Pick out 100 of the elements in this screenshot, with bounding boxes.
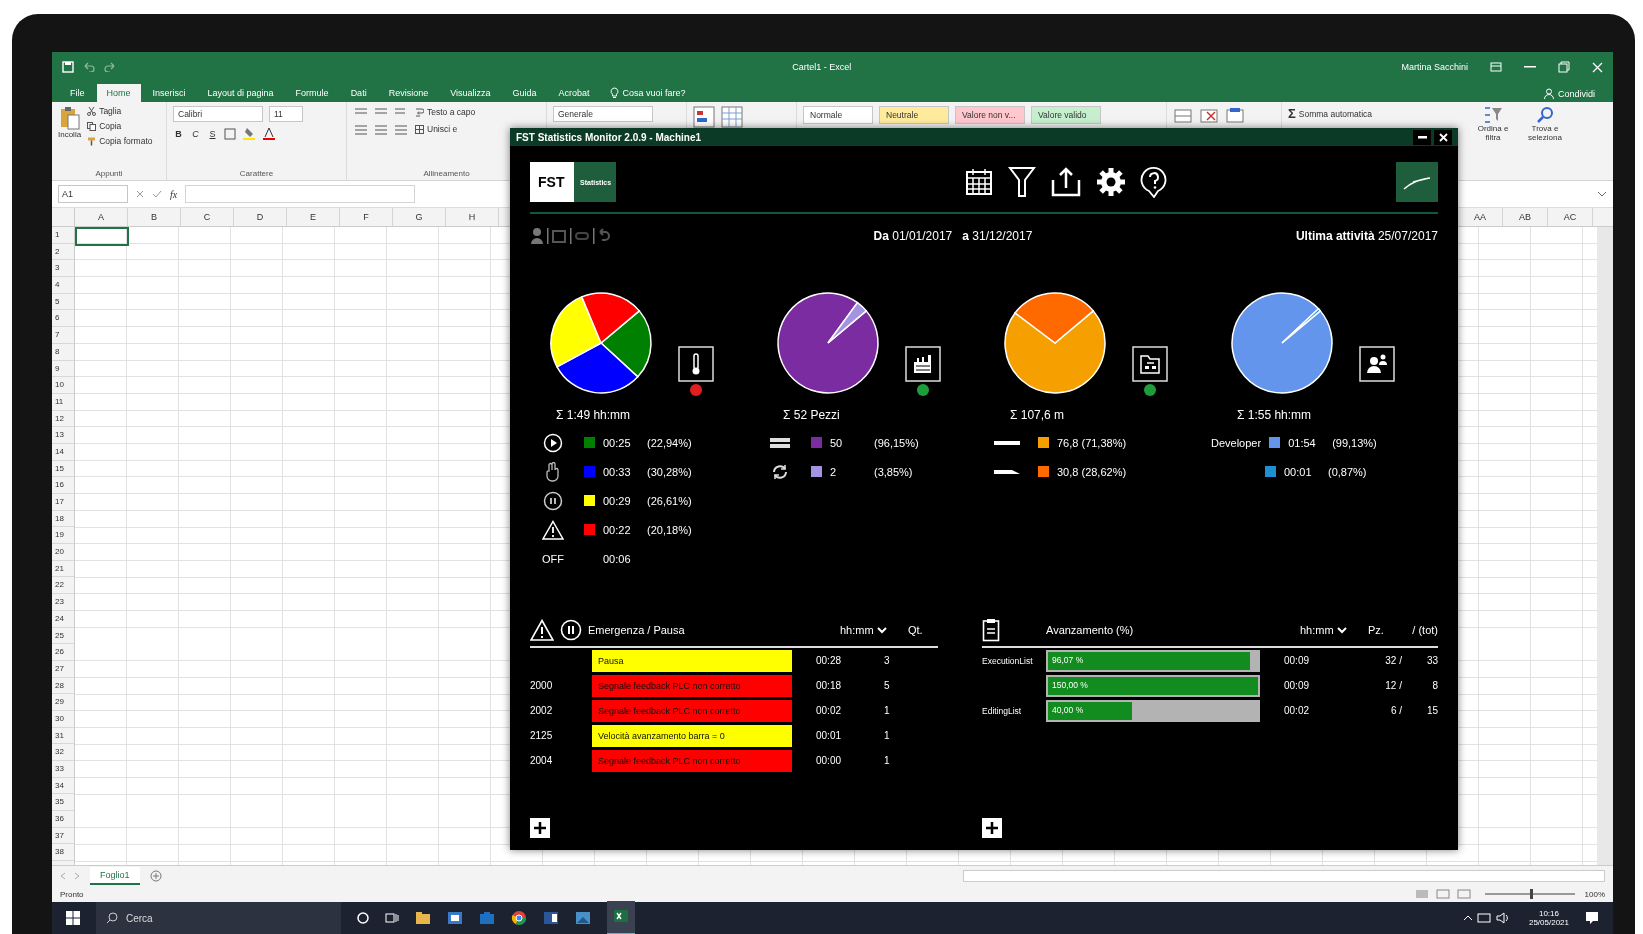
clock-time[interactable]: 10:16 xyxy=(1538,909,1559,918)
cancel-icon[interactable] xyxy=(136,190,144,198)
row-number[interactable]: 8 xyxy=(52,343,74,361)
cut-button[interactable]: Taglia xyxy=(87,106,153,116)
cortana-icon[interactable] xyxy=(357,912,369,924)
row-number[interactable]: 24 xyxy=(52,610,74,628)
share-button[interactable]: Condividi xyxy=(1533,85,1605,102)
cell-style-swatch[interactable]: Neutrale xyxy=(879,106,949,124)
insert-cells-icon[interactable] xyxy=(1173,106,1193,126)
check-icon[interactable] xyxy=(152,190,162,198)
font-family-dropdown[interactable]: Calibri xyxy=(173,106,263,122)
wrap-text-button[interactable]: Testo a capo xyxy=(415,107,476,117)
row-number[interactable]: 1 xyxy=(52,227,74,244)
column-header[interactable]: B xyxy=(128,208,181,226)
sort-filter-button[interactable]: Ordina e filtra xyxy=(1470,106,1516,142)
table-format-icon[interactable] xyxy=(721,106,743,128)
excel-taskbar-icon[interactable] xyxy=(607,901,635,934)
save-icon[interactable] xyxy=(62,61,74,73)
filter-icon[interactable] xyxy=(1008,166,1036,198)
column-header[interactable]: A xyxy=(75,208,128,226)
ribbon-tab[interactable]: Home xyxy=(96,84,141,102)
row-number[interactable]: 11 xyxy=(52,393,74,411)
format-cells-icon[interactable] xyxy=(1225,106,1245,126)
notification-icon[interactable] xyxy=(1585,911,1599,925)
column-header[interactable]: G xyxy=(393,208,446,226)
close-button[interactable] xyxy=(1434,129,1452,145)
row-number[interactable]: 38 xyxy=(52,844,74,862)
function-label[interactable]: fx xyxy=(170,188,178,200)
bag-icon[interactable] xyxy=(479,911,495,925)
ribbon-tab[interactable]: Dati xyxy=(340,84,377,102)
row-number[interactable]: 32 xyxy=(52,744,74,761)
ribbon-tab[interactable]: Inserisci xyxy=(142,84,196,102)
add-button[interactable] xyxy=(982,818,1002,838)
vertical-scrollbar[interactable] xyxy=(1597,227,1613,865)
taskbar-app-icon[interactable] xyxy=(447,911,463,925)
ribbon-tab[interactable]: File xyxy=(60,84,95,102)
help-icon[interactable] xyxy=(1140,166,1168,198)
column-header[interactable]: H xyxy=(446,208,499,226)
close-icon[interactable] xyxy=(1592,61,1603,73)
row-number[interactable]: 21 xyxy=(52,560,74,578)
ribbon-tab[interactable]: Visualizza xyxy=(440,84,501,102)
expand-chevron-icon[interactable] xyxy=(1597,191,1607,197)
photos-icon[interactable] xyxy=(575,911,591,925)
row-number[interactable]: 28 xyxy=(52,677,74,695)
add-button[interactable] xyxy=(530,818,550,838)
row-number[interactable]: 18 xyxy=(52,510,74,528)
row-number[interactable]: 9 xyxy=(52,360,74,378)
minimize-button[interactable] xyxy=(1413,129,1431,145)
ribbon-tab[interactable]: Guida xyxy=(502,84,547,102)
font-style-button[interactable]: B xyxy=(173,128,184,139)
paste-button[interactable]: Incolla xyxy=(58,106,82,139)
column-header[interactable]: F xyxy=(340,208,393,226)
machine-icons-drawing[interactable] xyxy=(530,227,610,245)
name-box[interactable]: A1 xyxy=(58,185,128,203)
zoom-slider-thumb[interactable] xyxy=(1529,889,1533,899)
merge-button[interactable]: Unisci e xyxy=(415,124,458,134)
fill-color-icon[interactable] xyxy=(242,127,256,140)
column-header[interactable]: AC xyxy=(1548,208,1593,226)
row-number[interactable]: 5 xyxy=(52,293,74,311)
row-number[interactable]: 37 xyxy=(52,827,74,845)
row-number[interactable]: 17 xyxy=(52,494,74,511)
chart-line-button[interactable] xyxy=(1396,162,1438,202)
row-number[interactable]: 16 xyxy=(52,477,74,494)
row-number[interactable]: 22 xyxy=(52,577,74,595)
taskbar-app-icon[interactable] xyxy=(543,911,559,925)
horizontal-scrollbar[interactable] xyxy=(963,870,1605,882)
copy-button[interactable]: Copia xyxy=(87,121,153,131)
folder-icon[interactable] xyxy=(1132,346,1168,382)
font-size-dropdown[interactable]: 11 xyxy=(269,106,303,122)
undo-icon[interactable] xyxy=(83,62,95,72)
tell-me-field[interactable]: Cosa vuoi fare? xyxy=(601,84,694,102)
formula-field[interactable] xyxy=(185,185,416,203)
time-sort-header[interactable]: hh:mm xyxy=(840,624,902,636)
factory-icon[interactable] xyxy=(905,346,941,382)
folder-icon[interactable] xyxy=(415,911,431,925)
row-number[interactable]: 13 xyxy=(52,427,74,444)
row-number[interactable]: 30 xyxy=(52,710,74,728)
calendar-icon[interactable] xyxy=(964,167,994,197)
row-number[interactable]: 25 xyxy=(52,627,74,645)
settings-icon[interactable] xyxy=(1096,167,1126,197)
font-style-button[interactable]: C xyxy=(190,128,201,139)
row-number[interactable]: 6 xyxy=(52,310,74,328)
row-number[interactable]: 2 xyxy=(52,243,74,261)
row-number[interactable]: 7 xyxy=(52,327,74,344)
browser-icon[interactable] xyxy=(511,910,527,926)
format-painter-button[interactable]: Copia formato xyxy=(87,136,153,146)
font-style-button[interactable]: S xyxy=(207,128,218,139)
ribbon-tab[interactable]: Layout di pagina xyxy=(197,84,284,102)
number-format-dropdown[interactable]: Generale xyxy=(553,106,653,122)
restore-icon[interactable] xyxy=(1558,61,1570,73)
row-number[interactable]: 35 xyxy=(52,794,74,812)
column-header[interactable]: C xyxy=(181,208,234,226)
row-number[interactable]: 27 xyxy=(52,660,74,678)
delete-cells-icon[interactable] xyxy=(1199,106,1219,126)
font-color-icon[interactable] xyxy=(262,127,276,140)
cell-style-swatch[interactable]: Normale xyxy=(803,106,873,124)
autosum-button[interactable]: Σ Somma automatica xyxy=(1288,106,1464,121)
export-icon[interactable] xyxy=(1050,166,1082,198)
redo-icon[interactable] xyxy=(104,62,116,72)
row-number[interactable]: 23 xyxy=(52,594,74,611)
